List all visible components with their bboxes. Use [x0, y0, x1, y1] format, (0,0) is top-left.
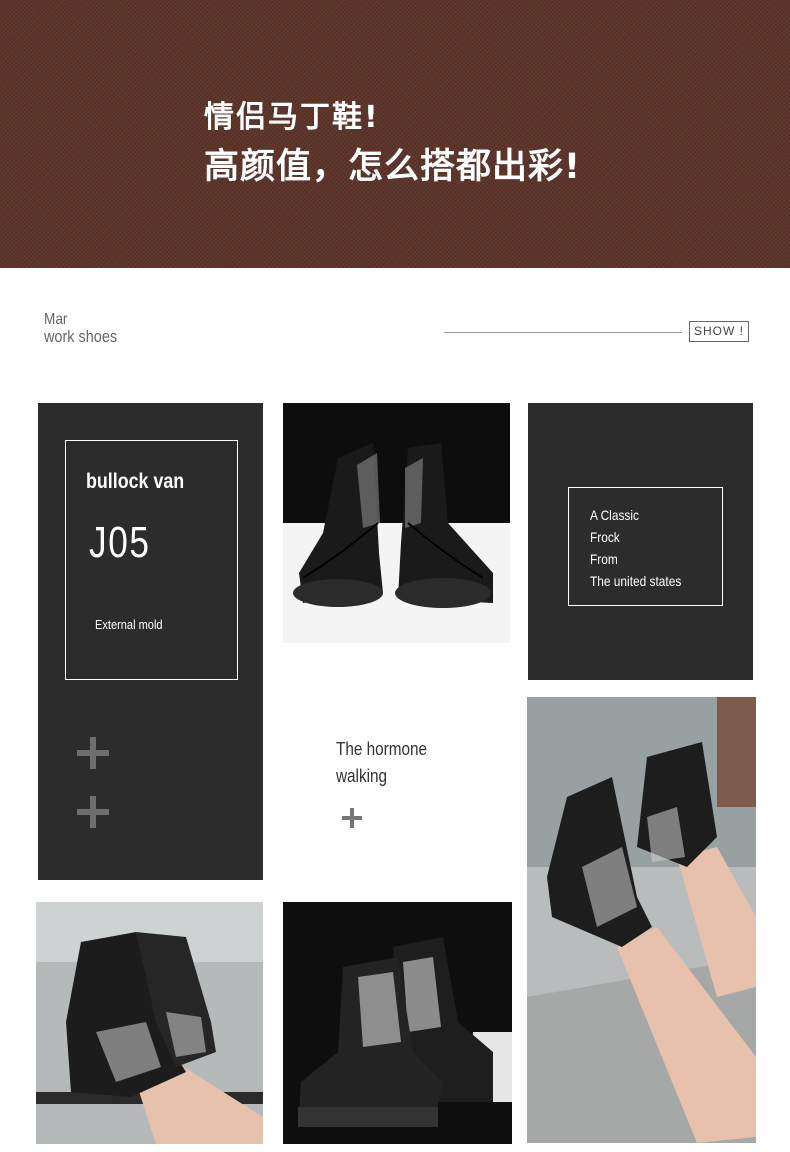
plus-icon	[77, 796, 109, 828]
product-photo-front	[283, 403, 510, 643]
panel-right-line-2: Frock	[590, 529, 620, 545]
center-text-line-2: walking	[336, 766, 388, 786]
header-divider	[444, 332, 682, 333]
banner-headline: 情侣马丁鞋!	[204, 100, 380, 135]
top-banner: 情侣马丁鞋! 高颜值，怎么搭都出彩!	[0, 0, 790, 268]
product-code: J05	[89, 518, 151, 567]
plus-icon	[77, 737, 109, 769]
panel-right-line-3: From	[590, 551, 618, 567]
panel-right-line-1: A Classic	[590, 507, 639, 523]
product-name: bullock van	[86, 470, 185, 493]
section-title-main: work shoes	[44, 327, 118, 346]
panel-right-line-4: The united states	[590, 573, 682, 589]
product-photo-side	[283, 902, 512, 1144]
product-photo-worn-table	[527, 697, 756, 1143]
plus-icon	[342, 808, 362, 828]
show-label: SHOW !	[689, 321, 749, 342]
center-text-line-1: The hormone	[336, 739, 428, 759]
banner-subheadline: 高颜值，怎么搭都出彩!	[204, 147, 581, 187]
product-photo-worn-bench	[36, 902, 263, 1144]
product-subtitle: External mold	[95, 617, 163, 632]
section-title-small: Mar	[44, 311, 68, 328]
